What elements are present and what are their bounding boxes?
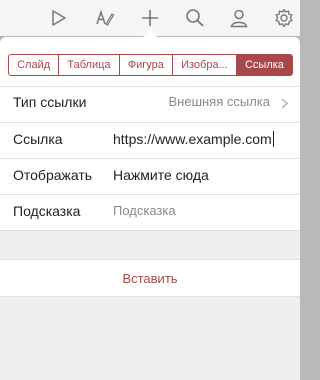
link-label: Ссылка — [13, 131, 63, 147]
display-text-input[interactable]: Нажмите сюда — [113, 167, 209, 183]
tooltip-label: Подсказка — [13, 203, 81, 219]
tab-image[interactable]: Изобра... — [173, 55, 237, 75]
spacer-band — [0, 231, 300, 259]
tab-shape[interactable]: Фигура — [120, 55, 173, 75]
gear-icon[interactable] — [272, 6, 296, 30]
link-type-label: Тип ссылки — [13, 94, 87, 110]
user-icon[interactable] — [227, 6, 251, 30]
link-input[interactable]: https://www.example.com — [113, 131, 274, 147]
format-brush-icon[interactable] — [93, 6, 117, 30]
tooltip-row: Подсказка Подсказка — [0, 194, 300, 230]
tab-table[interactable]: Таблица — [59, 55, 120, 75]
display-label: Отображать — [13, 167, 93, 183]
link-row: Ссылка https://www.example.com — [0, 122, 300, 158]
link-type-row[interactable]: Тип ссылки Внешняя ссылка — [0, 85, 300, 121]
tab-slide[interactable]: Слайд — [9, 55, 60, 75]
insert-popover: Слайд Таблица Фигура Изобра... Ссылка Ти… — [0, 37, 300, 380]
chevron-right-icon — [281, 96, 289, 114]
insert-type-segmented-control: Слайд Таблица Фигура Изобра... Ссылка — [8, 54, 293, 76]
bottom-band — [0, 297, 300, 380]
insert-button[interactable]: Вставить — [0, 259, 300, 297]
tab-link[interactable]: Ссылка — [236, 55, 292, 75]
play-icon[interactable] — [47, 6, 71, 30]
tooltip-input[interactable]: Подсказка — [113, 203, 176, 218]
plus-icon[interactable] — [138, 6, 162, 30]
search-icon[interactable] — [183, 6, 207, 30]
display-row: Отображать Нажмите сюда — [0, 158, 300, 194]
link-type-value: Внешняя ссылка — [168, 94, 270, 109]
